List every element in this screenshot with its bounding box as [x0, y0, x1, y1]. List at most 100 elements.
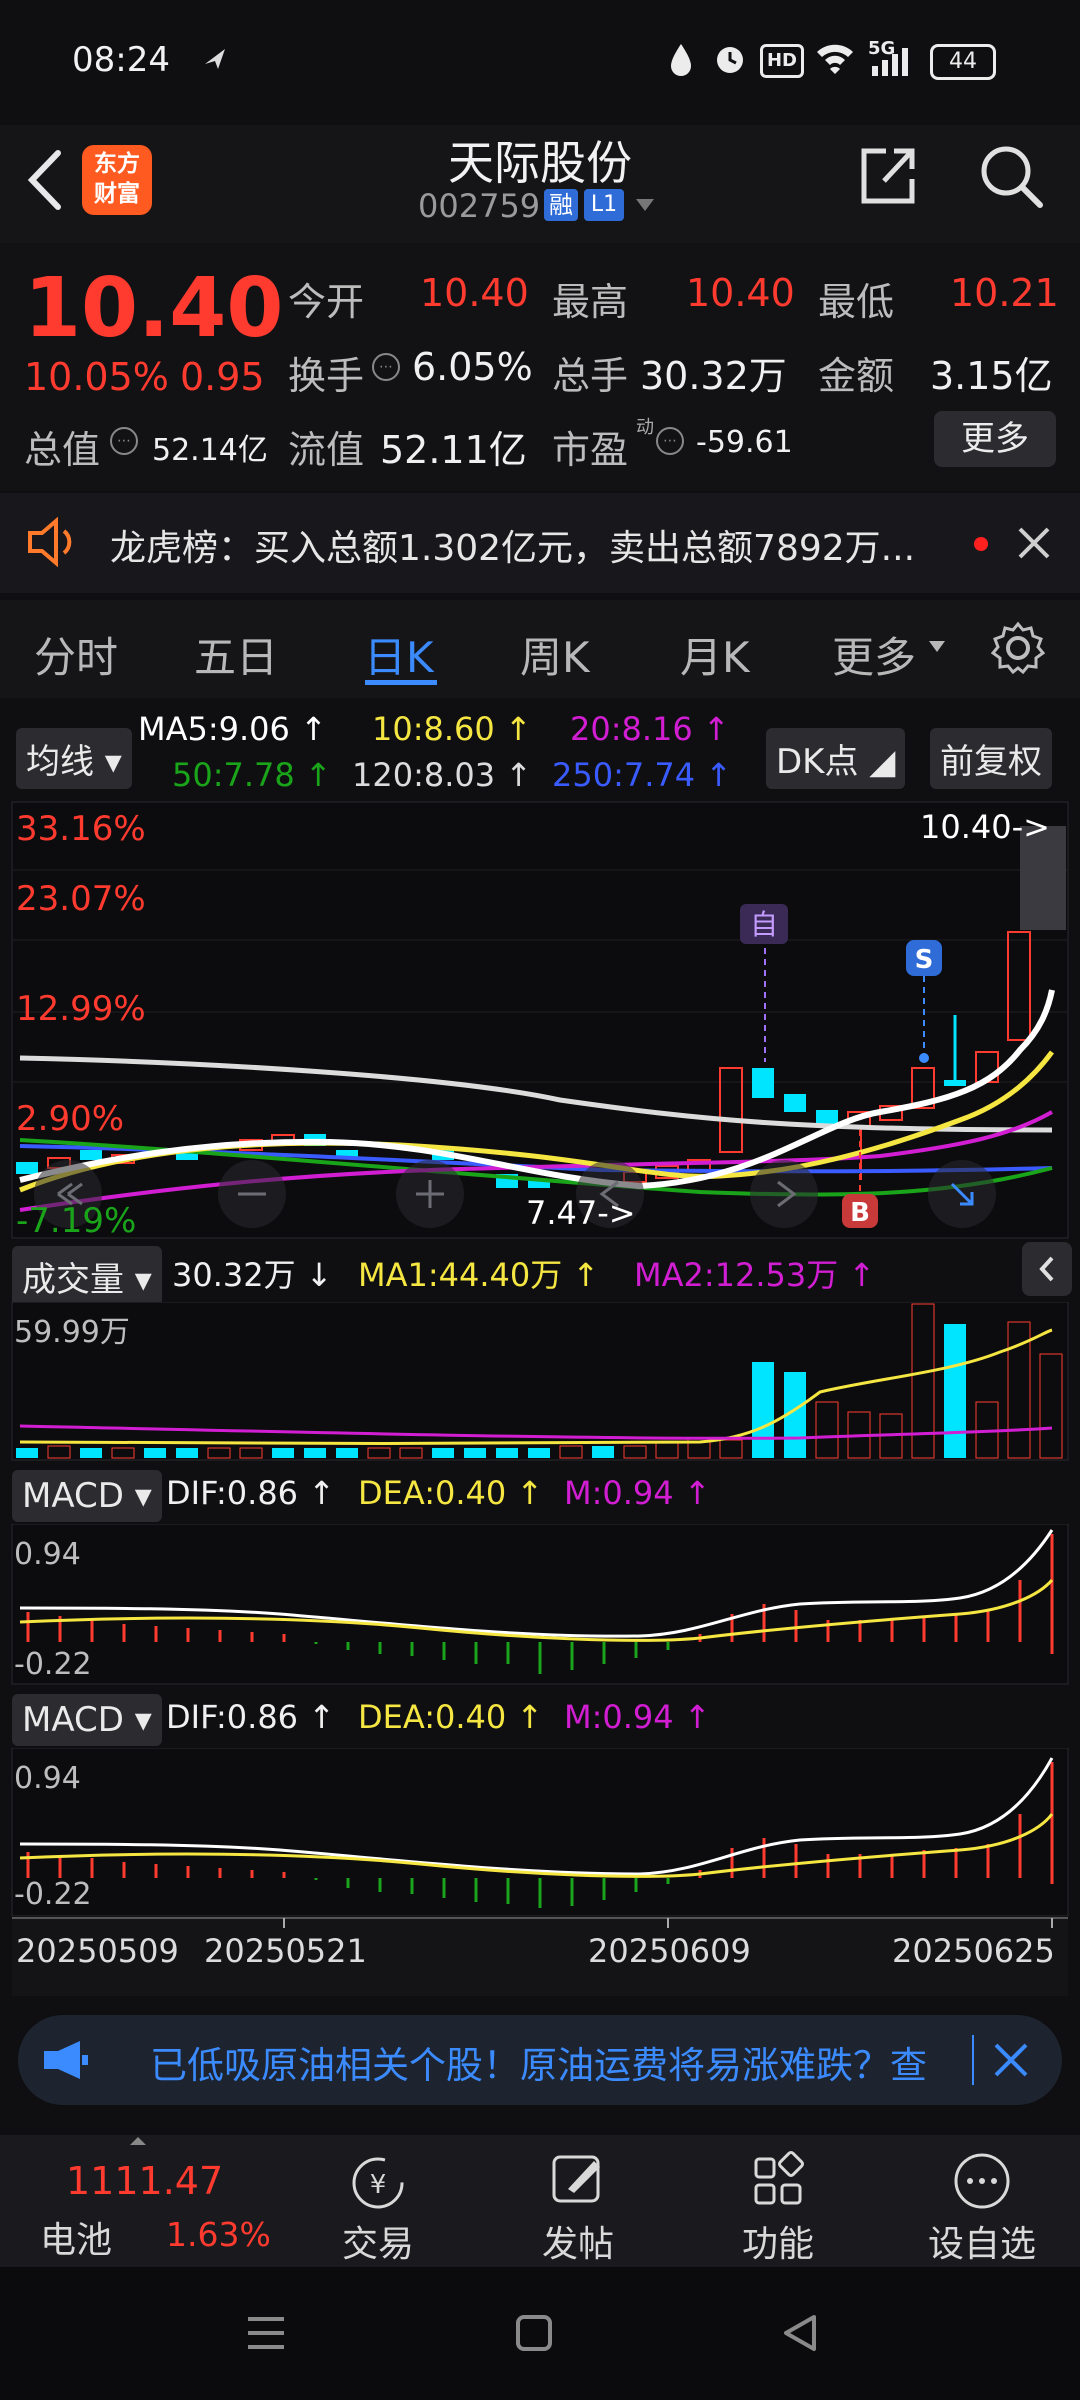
- tab-intraday[interactable]: 分时: [34, 624, 118, 685]
- macd-bottom-label: -0.22: [14, 1877, 92, 1912]
- system-nav-bar: [0, 2267, 1080, 2400]
- macd-header-2: MACD ▾ DIF:0.86 ↑ DEA:0.40 ↑ M:0.94 ↑: [0, 1686, 1080, 1748]
- ma-selector[interactable]: 均线 ▾: [16, 728, 132, 789]
- volume-ma2: MA2:12.53万 ↑: [634, 1256, 876, 1294]
- chevron-down-icon: [929, 641, 945, 652]
- trade-icon: ¥: [352, 2157, 404, 2209]
- search-icon[interactable]: [976, 141, 1048, 213]
- tab-more[interactable]: 更多: [832, 624, 916, 685]
- app-logo: 东方 财富: [82, 145, 152, 215]
- collapse-panel-button[interactable]: [1022, 1242, 1072, 1296]
- change-amount: 0.95: [180, 355, 265, 399]
- high-value: 10.40: [686, 271, 795, 315]
- wifi-icon: [817, 44, 853, 74]
- last-price-marker: 10.40->: [920, 808, 1050, 846]
- macd-header-1: MACD ▾ DIF:0.86 ↑ DEA:0.40 ↑ M:0.94 ↑: [0, 1462, 1080, 1524]
- low-label: 最低: [818, 280, 895, 324]
- back-icon[interactable]: [22, 145, 66, 215]
- post-button[interactable]: 发帖: [520, 2145, 636, 2265]
- home-icon[interactable]: [514, 2313, 554, 2353]
- candle: [944, 1080, 966, 1086]
- battery-icon: 44: [930, 44, 996, 80]
- chevron-left-icon: [1039, 1256, 1054, 1282]
- axis-label-pct: 2.90%: [16, 1099, 124, 1139]
- bottom-nav: 1111.47 电池 1.63% ¥ 交易 发帖 功能 设自选: [0, 2135, 1080, 2267]
- margin-badge: 融: [544, 189, 578, 221]
- speaker-icon: [28, 517, 72, 567]
- tab-daily-k[interactable]: 日K: [364, 624, 434, 685]
- info-icon[interactable]: ⋯: [656, 427, 684, 455]
- info-icon[interactable]: ⋯: [110, 427, 138, 455]
- more-button[interactable]: 更多: [934, 411, 1056, 467]
- macd-top-label: 0.94: [14, 1537, 81, 1572]
- float-value: 52.11亿: [380, 428, 527, 472]
- promo-banner[interactable]: 已低吸原油相关个股！原油运费将易涨难跌？查: [18, 2015, 1062, 2105]
- more-dots-icon: [954, 2153, 1010, 2209]
- last-price: 10.40: [24, 261, 284, 356]
- date-tick: 20250625: [892, 1932, 1055, 1970]
- macd-selector-2[interactable]: MACD ▾: [12, 1694, 162, 1746]
- code-dropdown-icon[interactable]: [634, 197, 656, 213]
- expand-index-icon[interactable]: [130, 2137, 146, 2145]
- kline-chart[interactable]: 自 S B 33.16% 23.07% 12.99% 2.90% -7.19% …: [0, 800, 1080, 1240]
- macd-chart-1[interactable]: 0.94 -0.22: [0, 1524, 1080, 1686]
- chart-next-button[interactable]: [750, 1160, 818, 1228]
- volume-ma1: MA1:44.40万 ↑: [358, 1256, 600, 1294]
- settings-icon[interactable]: [990, 620, 1046, 676]
- dragon-tiger-notice[interactable]: 龙虎榜：买入总额1.302亿元，卖出总额7892万...: [0, 493, 1080, 593]
- candle: [784, 1094, 806, 1112]
- share-icon[interactable]: [856, 143, 920, 207]
- macd-bottom-label: -0.22: [14, 1647, 92, 1682]
- close-icon[interactable]: [990, 2039, 1032, 2081]
- notice-text: 龙虎榜：买入总额1.302亿元，卖出总额7892万...: [110, 528, 916, 569]
- date-tick: 20250609: [588, 1932, 751, 1970]
- macd-top-label: 0.94: [14, 1761, 81, 1796]
- tab-five-day[interactable]: 五日: [194, 624, 278, 685]
- change-percent: 10.05%: [24, 355, 169, 399]
- candle: [80, 1150, 102, 1160]
- adjust-button[interactable]: 前复权: [930, 728, 1052, 789]
- amount-value: 3.15亿: [930, 354, 1053, 398]
- functions-button[interactable]: 功能: [720, 2145, 836, 2265]
- macd-dif-1: DIF:0.86 ↑: [166, 1474, 336, 1512]
- dk-point-button[interactable]: DK点 ◢: [766, 728, 906, 789]
- menu-icon[interactable]: [244, 2313, 288, 2353]
- index-name[interactable]: 电池: [40, 2211, 112, 2263]
- signal-icon: [872, 48, 908, 76]
- turnover-value: 6.05%: [412, 345, 533, 389]
- axis-label-pct: -7.19%: [16, 1201, 136, 1240]
- index-change: 1.63%: [166, 2215, 271, 2254]
- axis-label-pct: 12.99%: [16, 989, 146, 1029]
- level1-badge: L1: [584, 189, 624, 221]
- add-watchlist-button[interactable]: 设自选: [920, 2145, 1044, 2265]
- high-label: 最高: [552, 280, 629, 324]
- candle: [16, 1162, 38, 1174]
- macd-chart-2[interactable]: 0.94 -0.22 20250509 20250521 20250609 20…: [0, 1748, 1080, 1998]
- volume-chart[interactable]: 59.99万: [0, 1302, 1080, 1462]
- status-time: 08:24: [72, 40, 170, 80]
- trade-label: 交易: [341, 2224, 414, 2265]
- ma250-value: 250:7.74 ↑: [552, 756, 733, 794]
- quote-panel: 10.40 10.05% 0.95 今开 10.40 最高 10.40 最低 1…: [0, 243, 1080, 491]
- open-value: 10.40: [420, 271, 529, 315]
- close-icon[interactable]: [1016, 525, 1052, 561]
- volume-selector[interactable]: 成交量 ▾: [12, 1246, 162, 1307]
- info-icon[interactable]: ⋯: [372, 353, 400, 381]
- open-label: 今开: [288, 280, 365, 324]
- tab-weekly-k[interactable]: 周K: [520, 624, 590, 685]
- macd-selector-1[interactable]: MACD ▾: [12, 1470, 162, 1522]
- macd-dea-2: DEA:0.40 ↑: [358, 1698, 544, 1736]
- water-drop-icon: [671, 44, 691, 76]
- tab-monthly-k[interactable]: 月K: [680, 624, 750, 685]
- ma5-value: MA5:9.06 ↑: [138, 710, 327, 748]
- marker-dot: [919, 1053, 929, 1063]
- trade-button[interactable]: ¥ 交易: [320, 2145, 436, 2265]
- ma20-value: 20:8.16 ↑: [570, 710, 730, 748]
- volume-max-label: 59.99万: [14, 1315, 130, 1350]
- index-value: 1111.47: [66, 2159, 224, 2203]
- hd-icon: HD: [760, 44, 804, 78]
- back-nav-icon[interactable]: [780, 2313, 820, 2353]
- status-bar: 08:24 HD 5G 44: [0, 0, 1080, 125]
- macd-dea-1: DEA:0.40 ↑: [358, 1474, 544, 1512]
- post-label: 发帖: [541, 2224, 614, 2265]
